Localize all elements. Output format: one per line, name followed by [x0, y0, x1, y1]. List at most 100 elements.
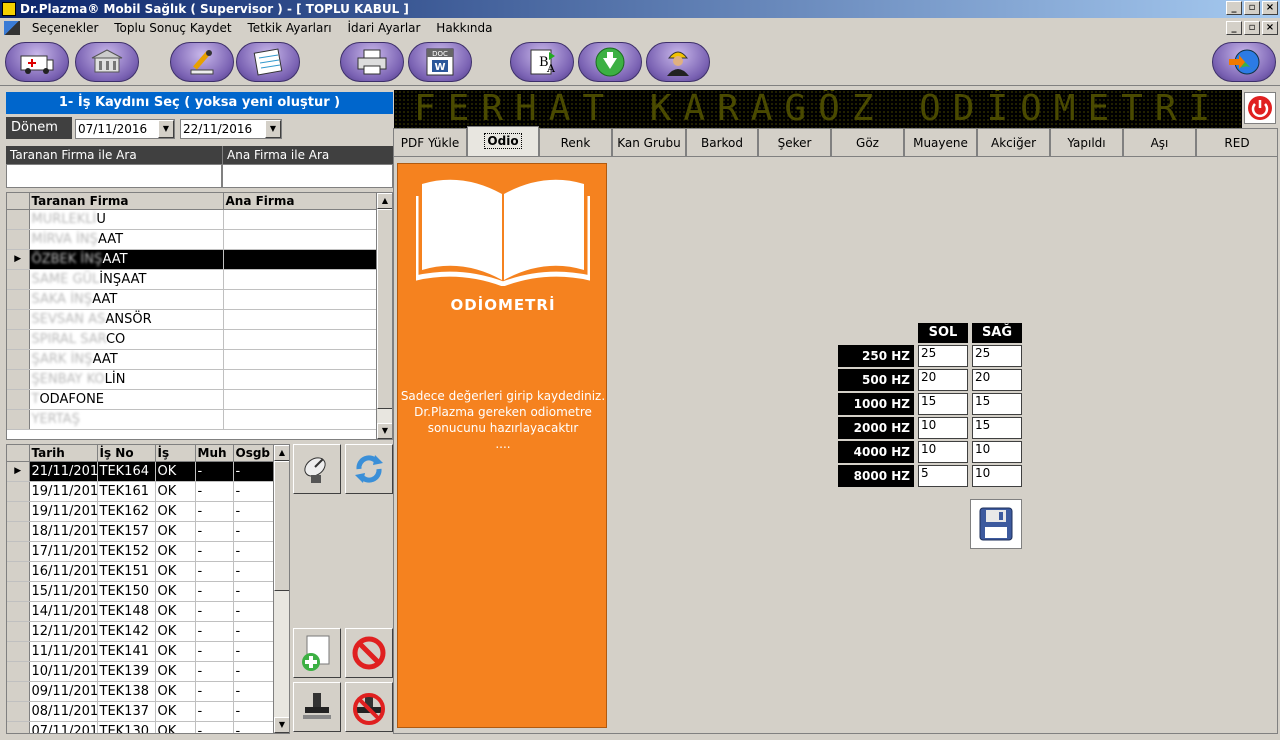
- job-is-cell[interactable]: OK: [155, 721, 196, 733]
- child-close-button[interactable]: ×: [1262, 21, 1278, 35]
- column-tarih[interactable]: Tarih: [29, 445, 98, 462]
- job-tarih-cell[interactable]: 12/11/2016: [29, 621, 98, 642]
- job-is-cell[interactable]: OK: [155, 601, 196, 622]
- scroll-down-icon[interactable]: ▼: [274, 717, 289, 733]
- job-osgb-cell[interactable]: -: [233, 721, 274, 733]
- tab-renk[interactable]: Renk: [539, 128, 612, 156]
- tab-barkod[interactable]: Barkod: [686, 128, 758, 156]
- refresh-button[interactable]: [345, 444, 393, 494]
- sol-value-input[interactable]: 10: [918, 441, 968, 463]
- add-record-button[interactable]: [293, 628, 341, 678]
- ana-firma-cell[interactable]: [223, 249, 379, 270]
- tab-odio[interactable]: Odio: [467, 126, 539, 156]
- sag-value-input[interactable]: 15: [972, 393, 1022, 415]
- job-osgb-cell[interactable]: -: [233, 621, 274, 642]
- ana-firma-cell[interactable]: [223, 309, 379, 330]
- job-is-cell[interactable]: OK: [155, 701, 196, 722]
- calendar-button[interactable]: [236, 42, 300, 82]
- child-minimize-button[interactable]: _: [1226, 21, 1242, 35]
- job-is-cell[interactable]: OK: [155, 481, 196, 502]
- job-is-no-cell[interactable]: TEK141: [97, 641, 156, 662]
- job-is-cell[interactable]: OK: [155, 541, 196, 562]
- job-row[interactable]: 17/11/2016TEK152OK--: [7, 541, 274, 562]
- job-muh-cell[interactable]: -: [195, 581, 234, 602]
- menu-idari-ayarlar[interactable]: İdari Ayarlar: [341, 18, 426, 38]
- job-osgb-cell[interactable]: -: [233, 501, 274, 522]
- job-osgb-cell[interactable]: -: [233, 481, 274, 502]
- worker-button[interactable]: [646, 42, 710, 82]
- scroll-down-icon[interactable]: ▼: [377, 423, 392, 439]
- sag-value-input[interactable]: 15: [972, 417, 1022, 439]
- microscope-button[interactable]: [170, 42, 234, 82]
- job-muh-cell[interactable]: -: [195, 621, 234, 642]
- firm-name-cell[interactable]: SAME GÜLİNŞAAT: [29, 269, 224, 290]
- job-osgb-cell[interactable]: -: [233, 641, 274, 662]
- job-is-no-cell[interactable]: TEK164: [97, 461, 156, 482]
- tab-muayene[interactable]: Muayene: [904, 128, 977, 156]
- firm-row[interactable]: ▶ ÖZBEK İNŞAAT: [7, 249, 379, 270]
- job-is-no-cell[interactable]: TEK137: [97, 701, 156, 722]
- job-is-cell[interactable]: OK: [155, 621, 196, 642]
- firm-name-cell[interactable]: SPIRAL SARCO: [29, 329, 224, 350]
- firm-row[interactable]: SEVSAN ASANSÖR: [7, 309, 379, 330]
- firm-row[interactable]: MURLEKLİU: [7, 209, 379, 230]
- job-row[interactable]: 19/11/2016TEK161OK--: [7, 481, 274, 502]
- tab-yapıldı[interactable]: Yapıldı: [1050, 128, 1123, 156]
- job-muh-cell[interactable]: -: [195, 601, 234, 622]
- firm-row[interactable]: TODAFONE: [7, 389, 379, 410]
- sol-value-input[interactable]: 5: [918, 465, 968, 487]
- minimize-button[interactable]: _: [1226, 1, 1242, 15]
- sag-value-input[interactable]: 10: [972, 441, 1022, 463]
- job-muh-cell[interactable]: -: [195, 641, 234, 662]
- job-row[interactable]: 15/11/2016TEK150OK--: [7, 581, 274, 602]
- job-is-cell[interactable]: OK: [155, 641, 196, 662]
- ana-firma-cell[interactable]: [223, 289, 379, 310]
- job-row[interactable]: 10/11/2016TEK139OK--: [7, 661, 274, 682]
- job-tarih-cell[interactable]: 11/11/2016: [29, 641, 98, 662]
- menu-hakkinda[interactable]: Hakkında: [430, 18, 498, 38]
- job-osgb-cell[interactable]: -: [233, 681, 274, 702]
- job-is-no-cell[interactable]: TEK142: [97, 621, 156, 642]
- job-row[interactable]: 18/11/2016TEK157OK--: [7, 521, 274, 542]
- maximize-button[interactable]: ▫: [1244, 1, 1260, 15]
- ana-firma-cell[interactable]: [223, 349, 379, 370]
- ana-firma-cell[interactable]: [223, 209, 379, 230]
- job-osgb-cell[interactable]: -: [233, 661, 274, 682]
- tab-göz[interactable]: Göz: [831, 128, 904, 156]
- menu-tetkik-ayarlari[interactable]: Tetkik Ayarları: [241, 18, 337, 38]
- menu-toplu-sonuc-kaydet[interactable]: Toplu Sonuç Kaydet: [108, 18, 237, 38]
- job-is-no-cell[interactable]: TEK161: [97, 481, 156, 502]
- save-button[interactable]: [970, 499, 1022, 549]
- firm-row[interactable]: SPIRAL SARCO: [7, 329, 379, 350]
- firm-name-cell[interactable]: ŞENBAY KOLİN: [29, 369, 224, 390]
- firm-row[interactable]: SAME GÜLİNŞAAT: [7, 269, 379, 290]
- menu-secenekler[interactable]: Seçenekler: [26, 18, 105, 38]
- firm-row[interactable]: YERTAŞ: [7, 409, 379, 430]
- job-is-cell[interactable]: OK: [155, 561, 196, 582]
- tab-akciğer[interactable]: Akciğer: [977, 128, 1050, 156]
- chevron-down-icon[interactable]: ▼: [265, 120, 281, 138]
- firm-grid-scrollbar[interactable]: ▲ ▼: [376, 193, 392, 439]
- column-is-no[interactable]: İş No: [97, 445, 156, 462]
- satellite-button[interactable]: [293, 444, 341, 494]
- job-is-cell[interactable]: OK: [155, 461, 196, 482]
- job-is-no-cell[interactable]: TEK139: [97, 661, 156, 682]
- job-is-cell[interactable]: OK: [155, 501, 196, 522]
- sol-value-input[interactable]: 20: [918, 369, 968, 391]
- tab-kan-grubu[interactable]: Kan Grubu: [612, 128, 686, 156]
- job-is-cell[interactable]: OK: [155, 521, 196, 542]
- child-restore-button[interactable]: ▫: [1244, 21, 1260, 35]
- tab-şeker[interactable]: Şeker: [758, 128, 831, 156]
- close-button[interactable]: ×: [1262, 1, 1278, 15]
- job-muh-cell[interactable]: -: [195, 541, 234, 562]
- job-is-no-cell[interactable]: TEK150: [97, 581, 156, 602]
- chevron-down-icon[interactable]: ▼: [158, 120, 174, 138]
- column-is[interactable]: İş: [155, 445, 196, 462]
- date-from-picker[interactable]: 07/11/2016 ▼: [75, 119, 175, 139]
- sol-value-input[interactable]: 10: [918, 417, 968, 439]
- job-is-no-cell[interactable]: TEK148: [97, 601, 156, 622]
- ana-firma-cell[interactable]: [223, 229, 379, 250]
- firm-row[interactable]: ŞENBAY KOLİN: [7, 369, 379, 390]
- column-taranan-firma[interactable]: Taranan Firma: [29, 193, 224, 210]
- translate-button[interactable]: BA: [510, 42, 574, 82]
